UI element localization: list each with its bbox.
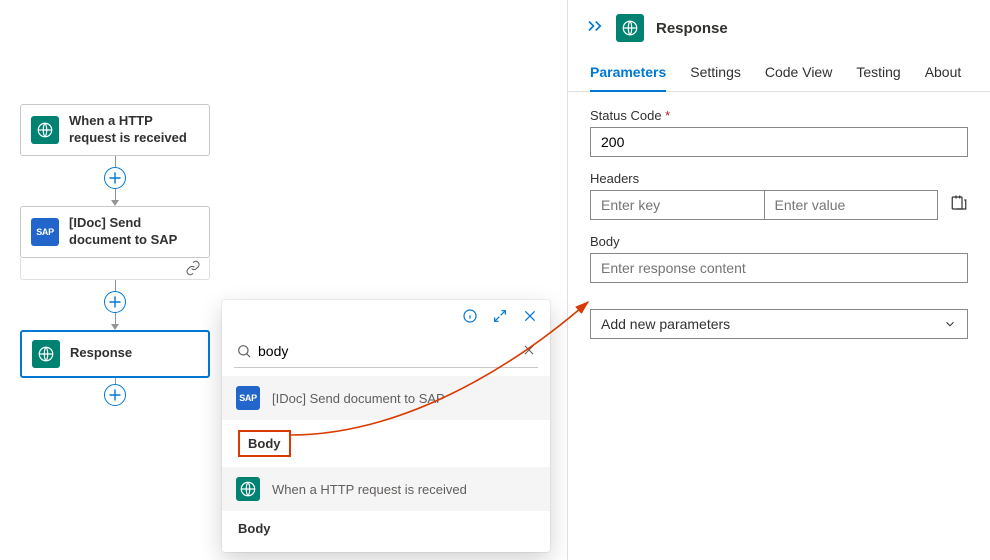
search-icon	[236, 343, 252, 359]
body-label: Body	[590, 234, 968, 249]
add-step-button[interactable]	[104, 167, 126, 189]
sap-icon: SAP	[31, 218, 59, 246]
info-icon[interactable]	[462, 308, 478, 327]
tab-code-view[interactable]: Code View	[765, 64, 832, 91]
tab-parameters[interactable]: Parameters	[590, 64, 666, 92]
status-code-input[interactable]	[590, 127, 968, 157]
connector	[20, 280, 210, 330]
collapse-panel-button[interactable]	[586, 19, 604, 38]
picker-group-title: When a HTTP request is received	[272, 482, 467, 497]
header-value-input[interactable]	[765, 190, 939, 220]
tab-about[interactable]: About	[925, 64, 962, 91]
panel-title: Response	[656, 20, 728, 37]
picker-item-label: Body	[238, 430, 291, 457]
header-key-input[interactable]	[590, 190, 765, 220]
action-config-panel: Response Parameters Settings Code View T…	[567, 0, 990, 560]
add-step-button[interactable]	[104, 384, 126, 406]
picker-search-input[interactable]	[252, 339, 522, 363]
add-new-parameters-label: Add new parameters	[601, 316, 730, 332]
picker-item-body-http[interactable]: Body	[222, 511, 550, 546]
globe-icon	[616, 14, 644, 42]
picker-search	[234, 335, 538, 368]
node-label: Response	[70, 345, 132, 362]
picker-item-label: Body	[238, 521, 271, 536]
tab-testing[interactable]: Testing	[856, 64, 900, 91]
panel-tabs: Parameters Settings Code View Testing Ab…	[568, 50, 990, 92]
connection-indicator[interactable]	[20, 258, 210, 280]
dynamic-content-picker: SAP [IDoc] Send document to SAP Body Whe…	[222, 300, 550, 552]
action-node-sap[interactable]: SAP [IDoc] Send document to SAP	[20, 206, 210, 280]
toggle-text-mode-icon[interactable]	[950, 194, 968, 217]
connector	[20, 156, 210, 206]
connector	[20, 378, 210, 408]
close-icon[interactable]	[522, 308, 538, 327]
expand-icon[interactable]	[492, 308, 508, 327]
body-input[interactable]	[590, 253, 968, 283]
node-label: [IDoc] Send document to SAP	[69, 215, 199, 249]
clear-search-icon[interactable]	[522, 343, 536, 360]
globe-icon	[236, 477, 260, 501]
headers-label: Headers	[590, 171, 968, 186]
picker-item-body-sap[interactable]: Body	[222, 420, 550, 467]
chevron-down-icon	[943, 317, 957, 331]
picker-group-header-http: When a HTTP request is received	[222, 467, 550, 511]
globe-icon	[31, 116, 59, 144]
status-code-label: Status Code *	[590, 108, 968, 123]
tab-settings[interactable]: Settings	[690, 64, 741, 91]
picker-toolbar	[222, 300, 550, 331]
node-label: When a HTTP request is received	[69, 113, 199, 147]
panel-header: Response	[568, 0, 990, 50]
sap-icon: SAP	[236, 386, 260, 410]
add-new-parameters-dropdown[interactable]: Add new parameters	[590, 309, 968, 339]
workflow-designer: When a HTTP request is received SAP [IDo…	[20, 104, 210, 408]
picker-group-title: [IDoc] Send document to SAP	[272, 391, 445, 406]
globe-icon	[32, 340, 60, 368]
parameters-form: Status Code * Headers Body Add new param…	[568, 92, 990, 355]
trigger-node-http-request[interactable]: When a HTTP request is received	[20, 104, 210, 156]
action-node-response[interactable]: Response	[20, 330, 210, 378]
picker-group-header-sap: SAP [IDoc] Send document to SAP	[222, 376, 550, 420]
add-step-button[interactable]	[104, 291, 126, 313]
